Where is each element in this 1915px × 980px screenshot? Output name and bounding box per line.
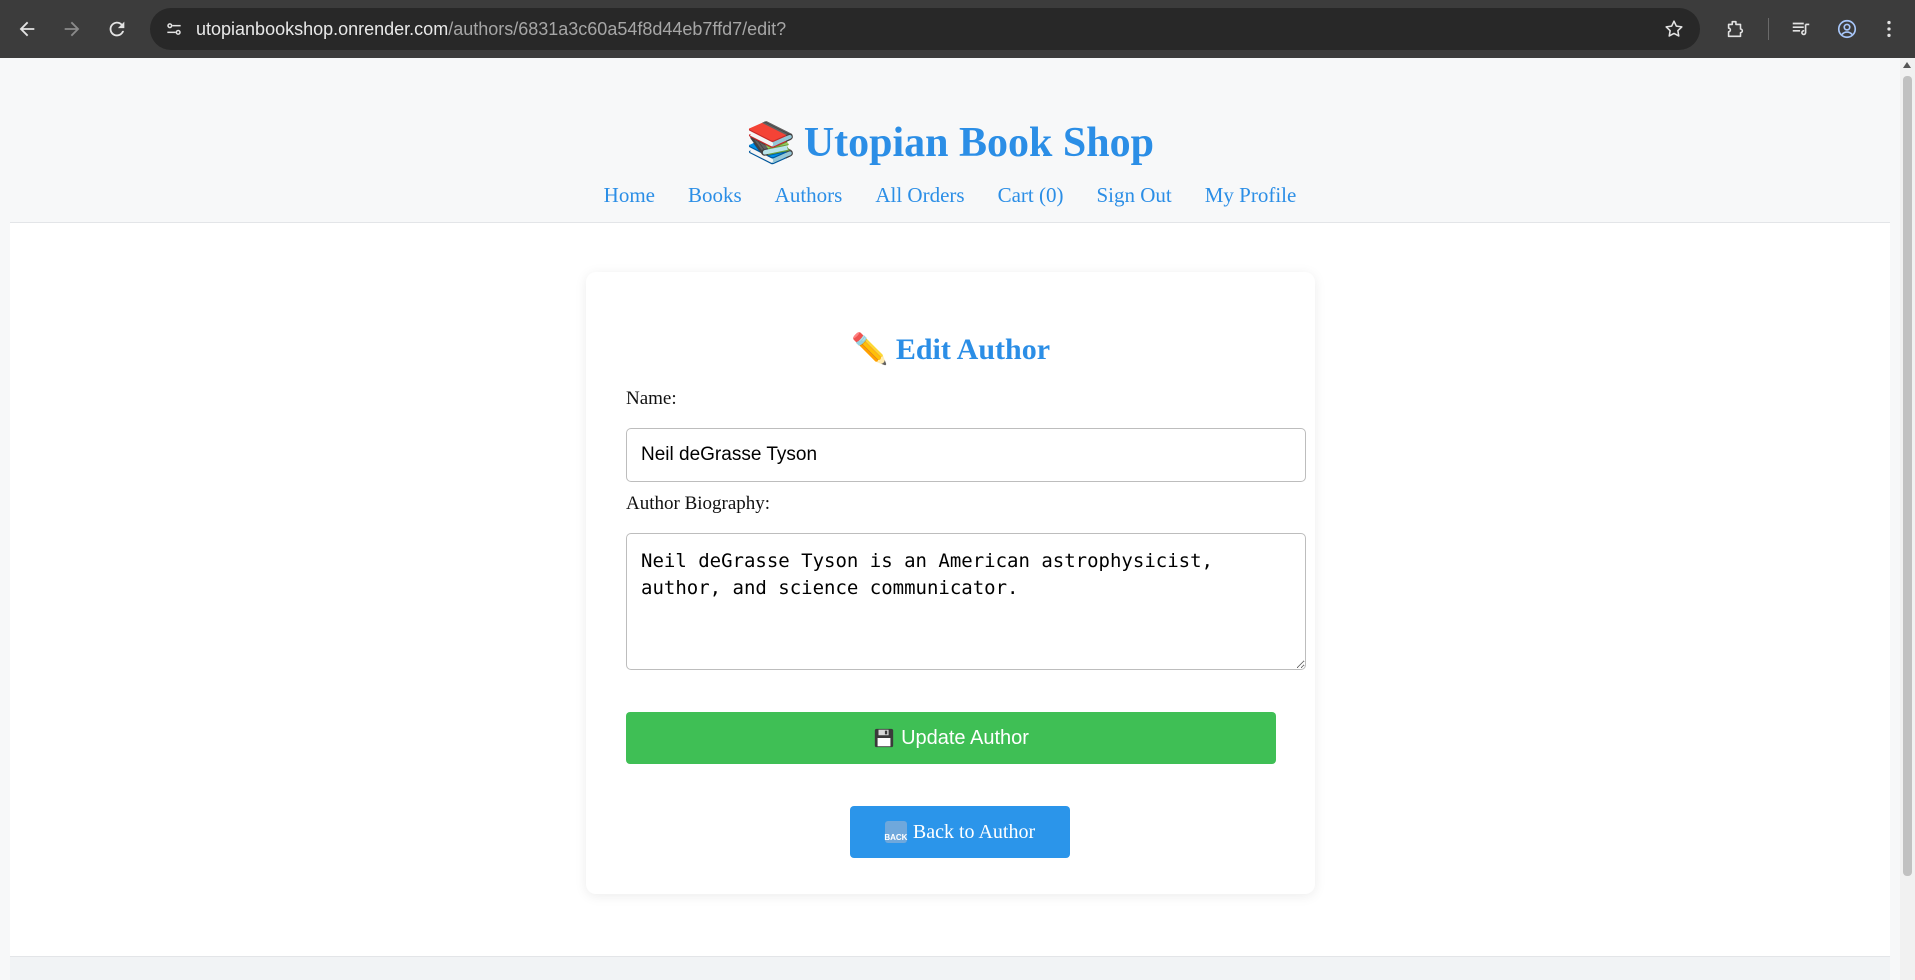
edit-author-card: ✏️ Edit Author Name: Author Biography: N… — [586, 272, 1315, 894]
books-icon: 📚 — [746, 120, 796, 165]
browser-menu-icon[interactable] — [1868, 8, 1910, 50]
address-bar[interactable]: utopianbookshop.onrender.com/authors/683… — [150, 8, 1700, 50]
nav-sign-out[interactable]: Sign Out — [1096, 178, 1171, 212]
back-arrow-icon[interactable] — [6, 8, 48, 50]
back-arrow-icon: BACK — [884, 821, 907, 843]
page-title: ✏️ Edit Author — [586, 332, 1315, 367]
site-header: 📚 Utopian Book Shop Home Books Authors Al… — [10, 58, 1890, 223]
reload-icon[interactable] — [96, 8, 138, 50]
forward-arrow-icon[interactable] — [51, 8, 93, 50]
page-footer — [10, 956, 1890, 980]
name-label: Name: — [626, 388, 677, 409]
toolbar-divider — [1768, 18, 1769, 40]
nav-authors[interactable]: Authors — [775, 178, 843, 212]
url-host: utopianbookshop.onrender.com — [196, 19, 449, 39]
update-author-button[interactable]: Update Author — [626, 712, 1276, 764]
url-path: /authors/6831a3c60a54f8d44eb7ffd7/edit? — [448, 19, 787, 39]
url-text[interactable]: utopianbookshop.onrender.com/authors/683… — [196, 8, 786, 50]
media-playlist-icon[interactable] — [1780, 8, 1822, 50]
bio-textarea[interactable]: Neil deGrasse Tyson is an American astro… — [626, 533, 1306, 670]
browser-toolbar: utopianbookshop.onrender.com/authors/683… — [0, 0, 1915, 58]
pencil-icon: ✏️ — [850, 333, 889, 366]
site-info-icon[interactable] — [162, 17, 186, 41]
page-viewport: 📚 Utopian Book Shop Home Books Authors Al… — [10, 58, 1890, 980]
name-input[interactable] — [626, 428, 1306, 482]
nav-home[interactable]: Home — [604, 178, 655, 212]
nav-books[interactable]: Books — [688, 178, 742, 212]
back-to-author-label: Back to Author — [912, 820, 1036, 843]
page-title-text: Edit Author — [895, 333, 1051, 366]
back-to-author-button[interactable]: BACK Back to Author — [850, 806, 1070, 858]
main-nav: Home Books Authors All Orders Cart (0) S… — [10, 178, 1890, 212]
scrollbar-thumb[interactable] — [1903, 76, 1912, 876]
nav-cart[interactable]: Cart (0) — [998, 178, 1064, 212]
nav-my-profile[interactable]: My Profile — [1205, 178, 1297, 212]
extensions-icon[interactable] — [1714, 8, 1756, 50]
update-author-label: Update Author — [901, 726, 1029, 749]
site-title-text: Utopian Book Shop — [803, 120, 1154, 166]
floppy-disk-icon — [873, 727, 895, 749]
nav-all-orders[interactable]: All Orders — [875, 178, 964, 212]
scroll-up-arrow-icon[interactable] — [1903, 62, 1911, 68]
bio-label: Author Biography: — [626, 493, 771, 514]
site-title: 📚 Utopian Book Shop — [10, 118, 1890, 168]
profile-avatar-icon[interactable] — [1826, 8, 1868, 50]
bookmark-star-icon[interactable] — [1662, 17, 1686, 41]
